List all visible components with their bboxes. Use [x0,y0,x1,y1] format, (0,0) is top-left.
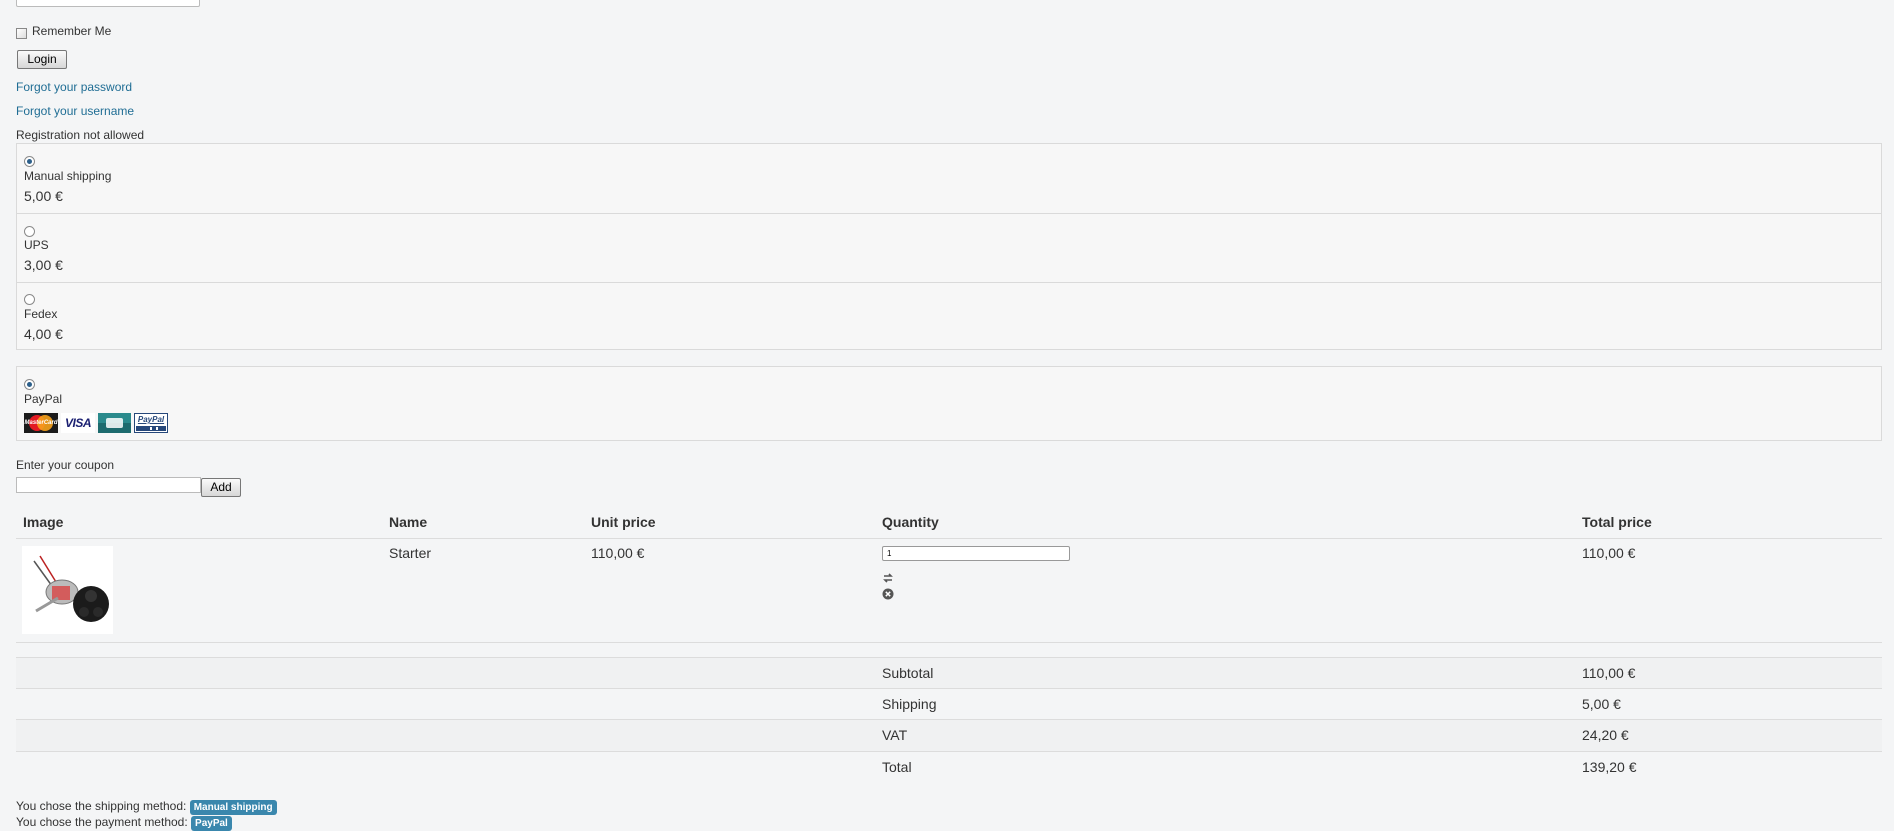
shipping-methods: Manual shipping 5,00 € UPS 3,00 € Fedex … [16,143,1882,350]
shipping-price: 5,00 € [24,188,63,204]
summary-value: 24,20 € [1582,727,1629,743]
summary-value: 5,00 € [1582,696,1621,712]
payment-methods: PayPal MasterCard VISA PayPal [16,366,1882,441]
product-unit-price: 110,00 € [591,545,645,561]
header-name: Name [389,514,428,530]
shipping-name: Fedex [24,307,58,321]
cb-icon-graphic [98,413,131,433]
shipping-price: 4,00 € [24,326,63,342]
product-total-price: 110,00 € [1582,545,1636,561]
divider [16,751,1882,752]
remember-me-checkbox[interactable] [16,28,27,39]
paypal-logo-text: PayPal [137,415,165,424]
remember-me-label: Remember Me [32,24,112,38]
payment-radio-paypal[interactable] [24,379,35,390]
header-image: Image [23,514,64,530]
refresh-icon[interactable] [882,572,894,584]
remove-icon-graphic [882,588,894,600]
payment-chosen-text: You chose the payment method: [16,815,188,829]
divider [16,642,1882,643]
shipping-chosen-text: You chose the shipping method: [16,799,187,813]
coupon-label: Enter your coupon [16,458,115,472]
mastercard-label: MasterCard [24,420,58,426]
shipping-option-ups[interactable]: UPS 3,00 € [17,213,1881,282]
forgot-password-link[interactable]: Forgot your password [16,80,132,94]
shipping-chosen-line: You chose the shipping method: Manual sh… [16,799,277,815]
mastercard-icon: MasterCard [24,413,58,433]
summary-label: VAT [882,727,908,743]
refresh-icon-graphic [883,573,893,583]
payment-chosen-badge: PayPal [191,816,232,831]
shipping-price: 3,00 € [24,257,63,273]
remove-item-icon[interactable] [882,588,894,600]
shipping-chosen-badge: Manual shipping [189,800,277,815]
shipping-option-manual[interactable]: Manual shipping 5,00 € [17,144,1881,213]
summary-label: Total [882,759,912,775]
shipping-name: Manual shipping [24,169,112,183]
shipping-radio-fedex[interactable] [24,294,35,305]
cb-icon [98,413,131,433]
divider [16,538,1882,539]
visa-icon: VISA [61,413,95,433]
header-total-price: Total price [1582,514,1652,530]
shipping-option-fedex[interactable]: Fedex 4,00 € [17,282,1881,351]
login-button[interactable]: Login [17,50,67,69]
summary-label: Subtotal [882,665,934,681]
coupon-add-button[interactable]: Add [201,478,241,497]
summary-value: 110,00 € [1582,665,1636,681]
paypal-icon: PayPal [134,413,168,433]
registration-note: Registration not allowed [16,128,145,142]
shipping-radio-manual[interactable] [24,156,35,167]
divider [16,688,1882,689]
shipping-radio-ups[interactable] [24,226,35,237]
payment-name: PayPal [24,392,63,406]
coupon-input[interactable] [16,477,201,493]
paypal-bars-graphic [136,426,166,431]
summary-label: Shipping [882,696,937,712]
starter-product-image [22,546,113,634]
summary-value: 139,20 € [1582,759,1637,775]
forgot-username-link[interactable]: Forgot your username [16,104,134,118]
payment-option-paypal[interactable]: PayPal MasterCard VISA PayPal [17,367,1881,442]
quantity-input[interactable] [882,546,1070,561]
product-image[interactable] [22,546,113,634]
header-quantity: Quantity [882,514,939,530]
product-name-link[interactable]: Starter [389,545,431,561]
shipping-name: UPS [24,238,49,252]
header-unit-price: Unit price [591,514,656,530]
password-field[interactable] [16,0,200,7]
